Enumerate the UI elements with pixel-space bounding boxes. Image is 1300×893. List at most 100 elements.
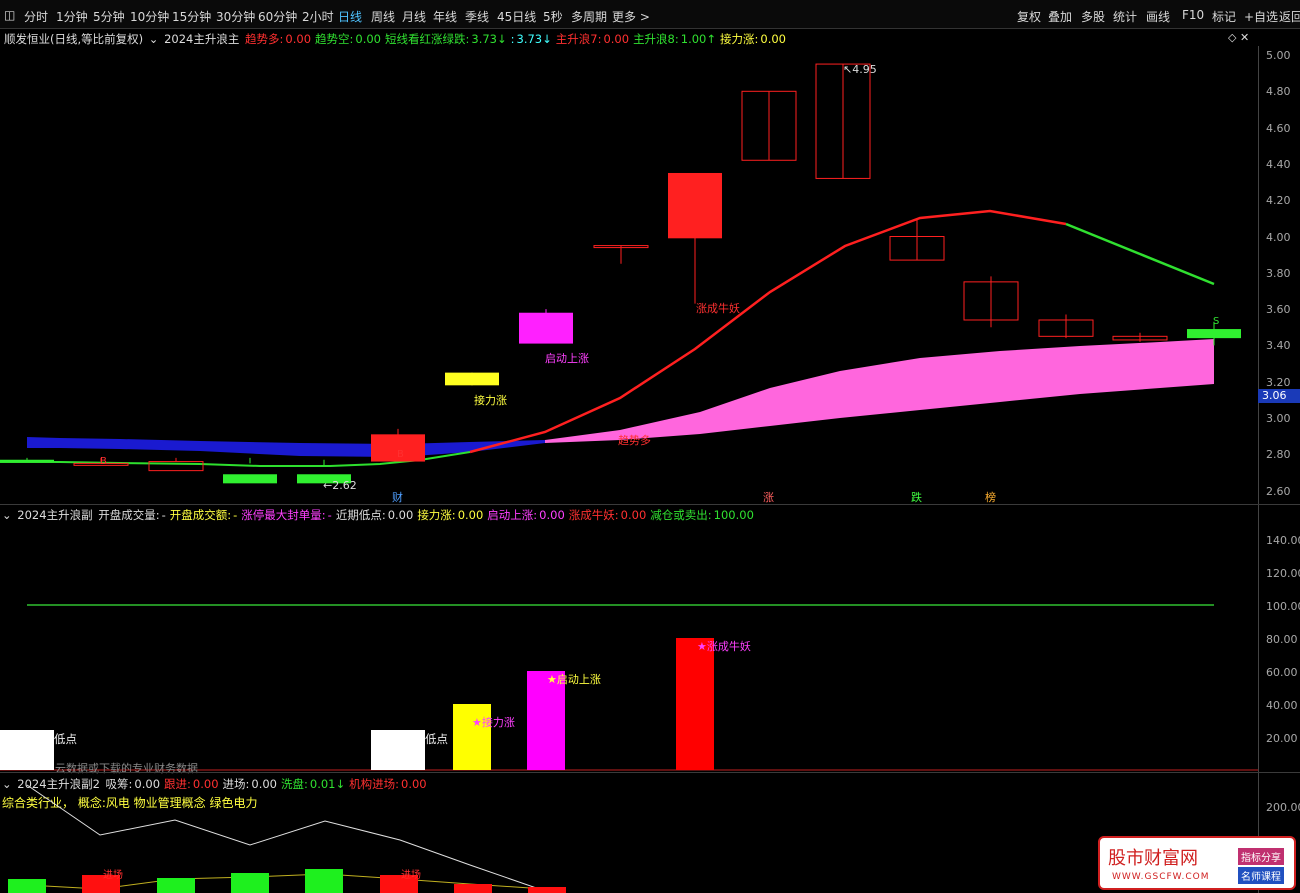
period-tab[interactable]: 2小时 (302, 8, 334, 25)
period-tab[interactable]: 更多 > (612, 8, 650, 25)
sub-tick: 20.00 (1266, 732, 1298, 745)
jinchang-marker-2: 进场 (401, 870, 421, 881)
indicator-field: 主升浪7: 0.00 (556, 32, 631, 46)
b-marker-2: B (397, 449, 404, 460)
high-label: ↖4.95 (843, 63, 877, 76)
price-tick: 4.60 (1266, 121, 1291, 135)
b-marker: B (100, 456, 107, 467)
price-tick: 4.00 (1266, 230, 1291, 244)
toolbar-button[interactable]: 复权 (1017, 8, 1041, 25)
white-box-2 (371, 730, 425, 770)
field-label: 主升浪7: (555, 32, 602, 46)
field-value: 0.00 (355, 32, 381, 46)
toolbar-button[interactable]: 多股 (1081, 8, 1105, 25)
field-value: 0.00 (603, 32, 630, 46)
sub-tick: 40.00 (1266, 699, 1298, 712)
period-tab[interactable]: 5秒 (543, 8, 563, 25)
event-marker[interactable]: 财 (392, 489, 403, 505)
period-tab[interactable]: 45日线 (497, 8, 536, 25)
site-watermark: 股市财富网 WWW.GSCFW.COM 指标分享 名师课程 (1098, 836, 1296, 890)
price-tick: 3.80 (1266, 266, 1291, 280)
sub-bar-chart (0, 604, 1258, 771)
indicator-field: :3.73↓ (511, 32, 554, 46)
watermark-badge-1: 指标分享 (1238, 848, 1284, 865)
period-tab[interactable]: 月线 (402, 8, 426, 25)
period-tab[interactable]: 10分钟 (130, 8, 169, 25)
event-marker[interactable]: 涨 (763, 489, 774, 505)
main-indicator-name[interactable]: 2024主升浪主 (164, 32, 239, 46)
indicator-field: 接力涨: 0.00 (720, 32, 788, 46)
field-label: 趋势空: (315, 32, 354, 46)
price-tick: 3.00 (1266, 412, 1291, 425)
watermark-badge-2: 名师课程 (1238, 867, 1284, 884)
indicator-field: 主升浪8: 1.00↑ (633, 32, 718, 46)
period-tab[interactable]: 5分钟 (93, 8, 125, 25)
panel-toggle-icon[interactable]: ◫ (4, 8, 15, 22)
white-box-1 (0, 730, 54, 770)
period-tab[interactable]: 年线 (433, 8, 457, 25)
candle-body (519, 312, 573, 344)
sub-tick: 60.00 (1266, 666, 1298, 679)
period-tab[interactable]: 季线 (465, 8, 489, 25)
period-tab[interactable]: 15分钟 (172, 8, 211, 25)
price-tick: 3.60 (1266, 303, 1291, 317)
trend-line-green2 (1065, 222, 1215, 286)
watermark-title: 股市财富网 (1108, 848, 1198, 869)
bar-label-zhangcheng: ★涨成牛妖 (697, 640, 751, 653)
qushi-annotation: 趋势多 (618, 434, 651, 447)
period-tab[interactable]: 30分钟 (216, 8, 255, 25)
period-tab[interactable]: 多周期 (571, 8, 607, 25)
field-label: 主升浪8: (633, 32, 679, 46)
jinchang-marker-1: 进场 (103, 870, 123, 881)
high-value: 4.95 (852, 63, 877, 76)
field-value: 0.00 (285, 32, 312, 46)
field-label: 短线看红涨绿跌: (385, 32, 470, 46)
signal-bar (676, 638, 714, 770)
stock-title: 顺发恒业(日线,等比前复权) (4, 32, 144, 46)
toolbar-button[interactable]: 标记 (1212, 8, 1236, 25)
indicator-field: 短线看红涨绿跌: 3.73↓ (385, 32, 509, 46)
low-text-1: 低点 (54, 732, 77, 746)
candle-body (223, 474, 277, 484)
sub2-bar (231, 873, 269, 893)
period-tab[interactable]: 周线 (371, 8, 395, 25)
pink-band (545, 339, 1214, 443)
current-price-badge: 3.06 (1258, 389, 1300, 403)
sub2-bar (528, 887, 566, 893)
sub2-bar (305, 869, 343, 893)
bar-label-jieli: ★接力涨 (472, 716, 515, 729)
low-text-2: 低点 (425, 732, 448, 746)
sub-tick: 80.00 (1266, 633, 1298, 646)
candle-body (0, 459, 54, 462)
s-marker: S (1213, 316, 1220, 327)
toolbar-button[interactable]: +自选 (1244, 8, 1278, 25)
sub2-tick: 200.00 (1266, 801, 1300, 814)
toolbar-button[interactable]: 叠加 (1048, 8, 1072, 25)
toolbar-button[interactable]: 统计 (1113, 8, 1137, 25)
indicator-menu-icon[interactable]: ⌄ (149, 32, 159, 46)
period-tab[interactable]: 1分钟 (56, 8, 88, 25)
period-tab[interactable]: 日线 (338, 8, 362, 25)
sub2-bar (157, 878, 195, 893)
bar-label-qidong: ★启动上涨 (547, 673, 601, 686)
event-marker[interactable]: 跌 (911, 489, 922, 505)
sub2-bar (8, 879, 46, 893)
low-label: ←2.62 (323, 479, 357, 492)
event-marker[interactable]: 榜 (985, 489, 996, 505)
price-tick: 3.40 (1266, 339, 1291, 353)
indicator-field: 趋势空: 0.00 (315, 32, 383, 46)
collapse-icon[interactable]: ◇ ✕ (1228, 31, 1249, 44)
blue-band (27, 437, 545, 457)
sub-tick: 100.00 (1266, 600, 1300, 613)
period-tab[interactable]: 60分钟 (258, 8, 297, 25)
low-value: 2.62 (332, 479, 357, 492)
toolbar-button[interactable]: F10 (1182, 8, 1204, 22)
field-value: 3.73↓ (471, 32, 507, 46)
toolbar-button[interactable]: 画线 (1146, 8, 1170, 25)
toolbar-button[interactable]: 返回 (1279, 8, 1300, 25)
price-tick: 2.60 (1266, 484, 1291, 498)
qidong-annotation: 启动上涨 (545, 352, 589, 365)
field-label: 接力涨: (720, 32, 759, 46)
main-indicator-header: 顺发恒业(日线,等比前复权) ⌄ 2024主升浪主 趋势多: 0.00 趋势空: 0.… (4, 31, 792, 47)
period-tab[interactable]: 分时 (24, 8, 48, 25)
